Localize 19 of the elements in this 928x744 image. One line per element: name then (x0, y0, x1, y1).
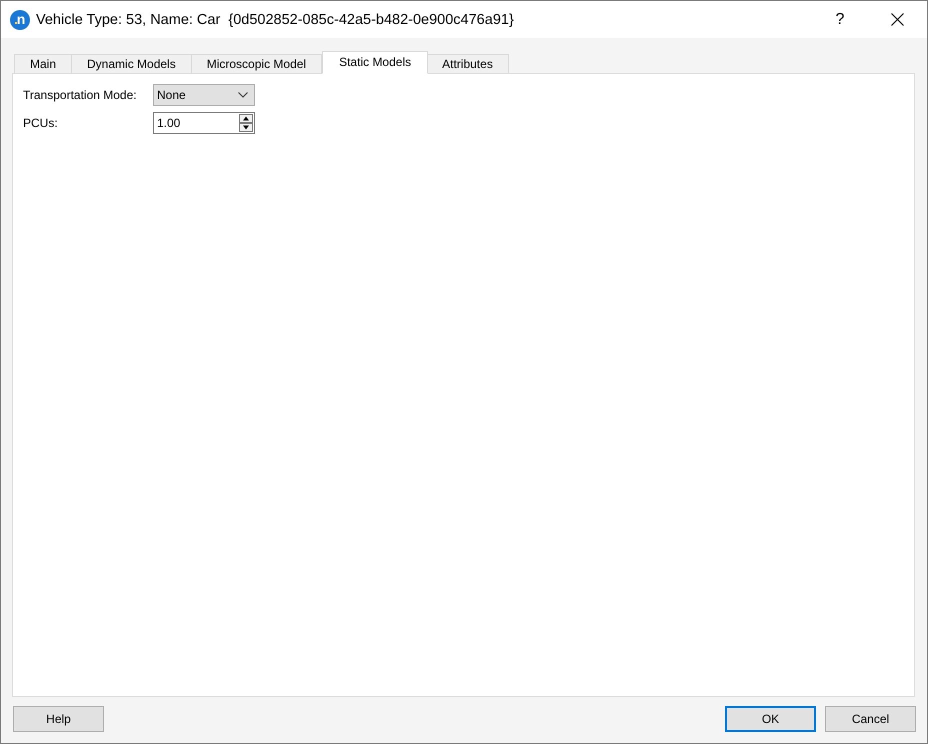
app-logo: n (10, 10, 30, 30)
tab[interactable]: Microscopic Model (190, 54, 322, 74)
transportation-mode-dropdown[interactable]: None (153, 84, 255, 106)
spin-down-icon[interactable] (239, 123, 253, 132)
field-label: Transportation Mode: (23, 88, 138, 102)
field-label: PCUs: (23, 116, 59, 130)
tab[interactable]: Static Models (322, 51, 428, 74)
dialog-button[interactable]: Help (13, 706, 104, 732)
tab[interactable]: Attributes (426, 54, 509, 74)
spin-up-icon[interactable] (239, 114, 253, 123)
window-title: Vehicle Type: 53, Name: Car {0d502852-085c-42a5-b482-0e900c476a91} (36, 12, 515, 28)
tab[interactable]: Main (14, 54, 72, 74)
tab[interactable]: Dynamic Models (71, 54, 192, 74)
dialog-button[interactable]: Cancel (825, 706, 916, 732)
pcus-spinbox[interactable]: 1.00 (153, 112, 255, 134)
help-button[interactable]: ? (817, 1, 863, 38)
chevron-down-icon (238, 92, 248, 98)
dialog-button[interactable]: OK (725, 706, 816, 732)
close-icon (890, 13, 904, 26)
